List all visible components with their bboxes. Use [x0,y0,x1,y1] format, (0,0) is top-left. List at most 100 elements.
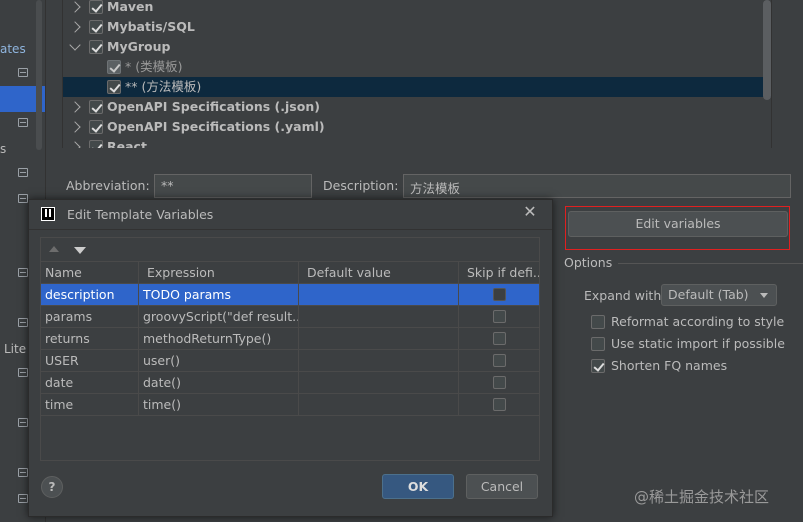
cell-skip[interactable] [459,284,539,306]
cell-expression[interactable]: groovyScript("def result... [139,306,299,328]
cell-default-value[interactable] [299,394,459,416]
watermark-text: @稀土掘金技术社区 [634,488,770,506]
tree-group-openapi-json[interactable]: OpenAPI Specifications (.json) [63,97,771,117]
cell-expression[interactable]: TODO params [139,284,299,306]
tree-group-openapi-yaml[interactable]: OpenAPI Specifications (.yaml) [63,117,771,137]
option-checkbox[interactable] [591,315,605,329]
cell-name[interactable]: returns [41,328,139,350]
skip-checkbox[interactable] [493,288,506,301]
tree-checkbox[interactable] [107,80,121,94]
tree-checkbox[interactable] [89,120,103,134]
sidebar-scrollbar[interactable] [36,0,42,150]
sidebar-settings-icon [18,68,28,77]
description-label: Description: [323,178,399,193]
table-row[interactable]: returns methodReturnType() [41,328,539,350]
cell-default-value[interactable] [299,372,459,394]
tree-checkbox[interactable] [89,140,103,148]
tree-template-method[interactable]: ** (方法模板) [63,77,771,97]
tree-checkbox[interactable] [89,0,103,14]
sidebar-settings-icon [18,494,28,503]
description-input[interactable]: 方法模板 [403,174,791,198]
skip-checkbox[interactable] [493,332,506,345]
edit-template-variables-dialog: Edit Template Variables ✕ Name Expressio… [28,199,553,517]
cell-default-value[interactable] [299,350,459,372]
move-down-icon[interactable] [74,247,86,254]
cell-default-value[interactable] [299,306,459,328]
cell-name[interactable]: date [41,372,139,394]
column-header-skip[interactable]: Skip if defi... [459,262,539,284]
chevron-right-icon[interactable] [69,141,81,148]
tree-group-mybatis[interactable]: Mybatis/SQL [63,17,771,37]
tree-template-class[interactable]: * (类模板) [63,57,771,77]
table-row[interactable]: description TODO params [41,284,539,306]
sidebar-settings-icon [18,118,28,127]
chevron-down-icon [760,293,768,298]
cell-name[interactable]: description [41,284,139,306]
cell-expression[interactable]: methodReturnType() [139,328,299,350]
tree-checkbox[interactable] [89,20,103,34]
sidebar-fragment[interactable]: s [0,142,6,156]
abbreviation-input[interactable]: ** [154,174,312,198]
sidebar-settings-icon [18,318,28,327]
skip-checkbox[interactable] [493,376,506,389]
chevron-down-icon[interactable] [69,39,81,51]
cell-skip[interactable] [459,394,539,416]
table-row[interactable]: time time() [41,394,539,416]
chevron-right-icon[interactable] [69,21,81,33]
cell-default-value[interactable] [299,284,459,306]
help-button[interactable]: ? [41,476,63,498]
expand-with-label: Expand with [584,288,662,303]
table-row[interactable]: USER user() [41,350,539,372]
tree-item-label: Maven [107,0,154,14]
highlight-outline [565,206,790,250]
table-row[interactable]: date date() [41,372,539,394]
option-checkbox[interactable] [591,337,605,351]
dialog-title: Edit Template Variables [67,207,214,222]
skip-checkbox[interactable] [493,310,506,323]
tree-scrollbar[interactable] [763,0,771,100]
cell-expression[interactable]: date() [139,372,299,394]
cell-default-value[interactable] [299,328,459,350]
tree-item-label: Mybatis/SQL [107,19,195,34]
tree-item-label: MyGroup [107,39,171,54]
table-row[interactable]: params groovyScript("def result... [41,306,539,328]
intellij-app-icon [41,207,55,221]
cell-skip[interactable] [459,306,539,328]
ok-button[interactable]: OK [382,474,454,499]
expand-with-select[interactable]: Default (Tab) [661,284,777,306]
tree-checkbox[interactable] [107,60,121,74]
sidebar-fragment-lite[interactable]: Lite [4,342,26,356]
cell-name[interactable]: USER [41,350,139,372]
cancel-button[interactable]: Cancel [466,474,538,499]
cell-skip[interactable] [459,328,539,350]
sidebar-settings-icon [18,368,28,377]
sidebar-fragment-templates[interactable]: ates [0,42,26,56]
cell-expression[interactable]: time() [139,394,299,416]
tree-item-label: OpenAPI Specifications (.json) [107,99,320,114]
close-icon[interactable]: ✕ [522,204,538,220]
column-header-default-value[interactable]: Default value [299,262,459,284]
tree-item-label: OpenAPI Specifications (.yaml) [107,119,325,134]
cell-expression[interactable]: user() [139,350,299,372]
cell-name[interactable]: params [41,306,139,328]
tree-group-mygroup[interactable]: MyGroup [63,37,771,57]
expand-with-value: Default (Tab) [668,287,749,302]
column-header-name[interactable]: Name [41,262,139,284]
table-header: Name Expression Default value Skip if de… [41,262,539,284]
chevron-right-icon[interactable] [69,121,81,133]
cell-skip[interactable] [459,372,539,394]
cell-skip[interactable] [459,350,539,372]
chevron-right-icon[interactable] [69,1,81,13]
column-header-expression[interactable]: Expression [139,262,299,284]
cell-name[interactable]: time [41,394,139,416]
tree-checkbox[interactable] [89,40,103,54]
skip-checkbox[interactable] [493,398,506,411]
tree-group-react[interactable]: React [63,137,771,148]
tree-checkbox[interactable] [89,100,103,114]
option-label: Reformat according to style [611,314,785,329]
option-checkbox[interactable] [591,359,605,373]
skip-checkbox[interactable] [493,354,506,367]
chevron-right-icon[interactable] [69,101,81,113]
tree-group-maven[interactable]: Maven [63,0,771,17]
move-up-icon[interactable] [49,246,59,252]
